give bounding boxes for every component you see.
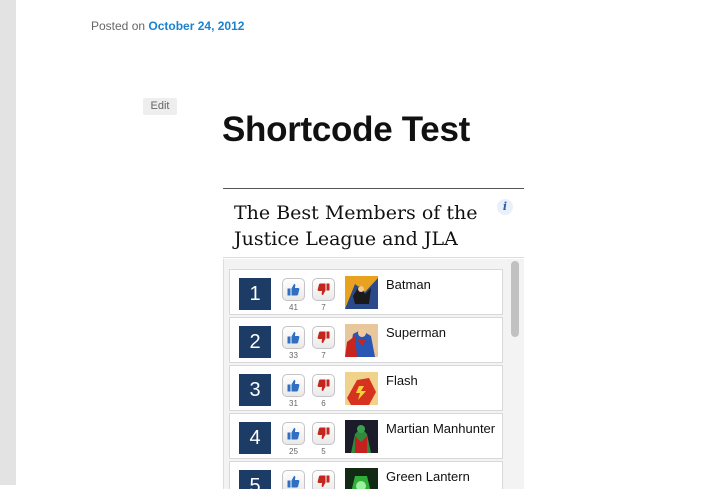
rank-number: 4 (239, 422, 271, 454)
page-title: Shortcode Test (222, 110, 470, 149)
thumbs-down-icon (317, 331, 330, 344)
vote-down-button[interactable] (312, 374, 335, 397)
list-item: 2 33 7 Superman (229, 317, 503, 363)
vote-up-button[interactable] (282, 326, 305, 349)
vote-up-count: 25 (289, 447, 298, 456)
flash-thumbnail[interactable] (345, 372, 378, 405)
item-name[interactable]: Flash (386, 373, 418, 388)
thumbs-up-icon (287, 283, 300, 296)
thumbs-down-icon (317, 475, 330, 488)
thumbs-up-icon (287, 331, 300, 344)
rank-number: 2 (239, 326, 271, 358)
ranking-widget: The Best Members of the Justice League a… (223, 188, 524, 489)
martian-manhunter-thumbnail[interactable] (345, 420, 378, 453)
vote-down-button[interactable] (312, 326, 335, 349)
vote-down-count: 7 (321, 351, 326, 360)
list-item: 4 25 5 Martian Manhunter (229, 413, 503, 459)
posted-prefix: Posted on (91, 19, 146, 33)
rank-number: 5 (239, 470, 271, 489)
item-name[interactable]: Superman (386, 325, 446, 340)
vote-down-button[interactable] (312, 470, 335, 489)
vote-down-button[interactable] (312, 422, 335, 445)
left-margin-bar (0, 0, 16, 485)
vote-down-count: 5 (321, 447, 326, 456)
vote-up-button[interactable] (282, 422, 305, 445)
vote-up-button[interactable] (282, 374, 305, 397)
widget-title: The Best Members of the Justice League a… (234, 202, 478, 250)
superman-thumbnail[interactable] (345, 324, 378, 357)
list-item: 3 31 6 Flash (229, 365, 503, 411)
widget-header: The Best Members of the Justice League a… (223, 189, 524, 258)
vote-up-button[interactable] (282, 470, 305, 489)
thumbs-up-icon (287, 475, 300, 488)
edit-button[interactable]: Edit (143, 98, 177, 115)
item-name[interactable]: Batman (386, 277, 431, 292)
vote-down-count: 6 (321, 399, 326, 408)
thumbs-down-icon (317, 379, 330, 392)
green-lantern-thumbnail[interactable] (345, 468, 378, 489)
rank-number: 3 (239, 374, 271, 406)
batman-thumbnail[interactable] (345, 276, 378, 309)
vote-up-count: 31 (289, 399, 298, 408)
rank-number: 1 (239, 278, 271, 310)
vote-down-count: 7 (321, 303, 326, 312)
vote-up-count: 33 (289, 351, 298, 360)
list-item: 1 41 7 Batman (229, 269, 503, 315)
list-scrollbar[interactable] (511, 261, 519, 337)
thumbs-down-icon (317, 427, 330, 440)
vote-up-count: 41 (289, 303, 298, 312)
item-name[interactable]: Green Lantern (386, 469, 470, 484)
vote-up-button[interactable] (282, 278, 305, 301)
vote-down-button[interactable] (312, 278, 335, 301)
post-meta: Posted on October 24, 2012 (91, 19, 244, 33)
thumbs-down-icon (317, 283, 330, 296)
post-date-link[interactable]: October 24, 2012 (148, 19, 244, 33)
ranking-list: 1 41 7 Batman 2 33 7 Superman 3 31 6 Fla… (229, 269, 503, 489)
thumbs-up-icon (287, 427, 300, 440)
item-name[interactable]: Martian Manhunter (386, 421, 495, 436)
info-icon[interactable]: i (497, 199, 513, 215)
thumbs-up-icon (287, 379, 300, 392)
ranking-list-area: 1 41 7 Batman 2 33 7 Superman 3 31 6 Fla… (223, 259, 524, 489)
